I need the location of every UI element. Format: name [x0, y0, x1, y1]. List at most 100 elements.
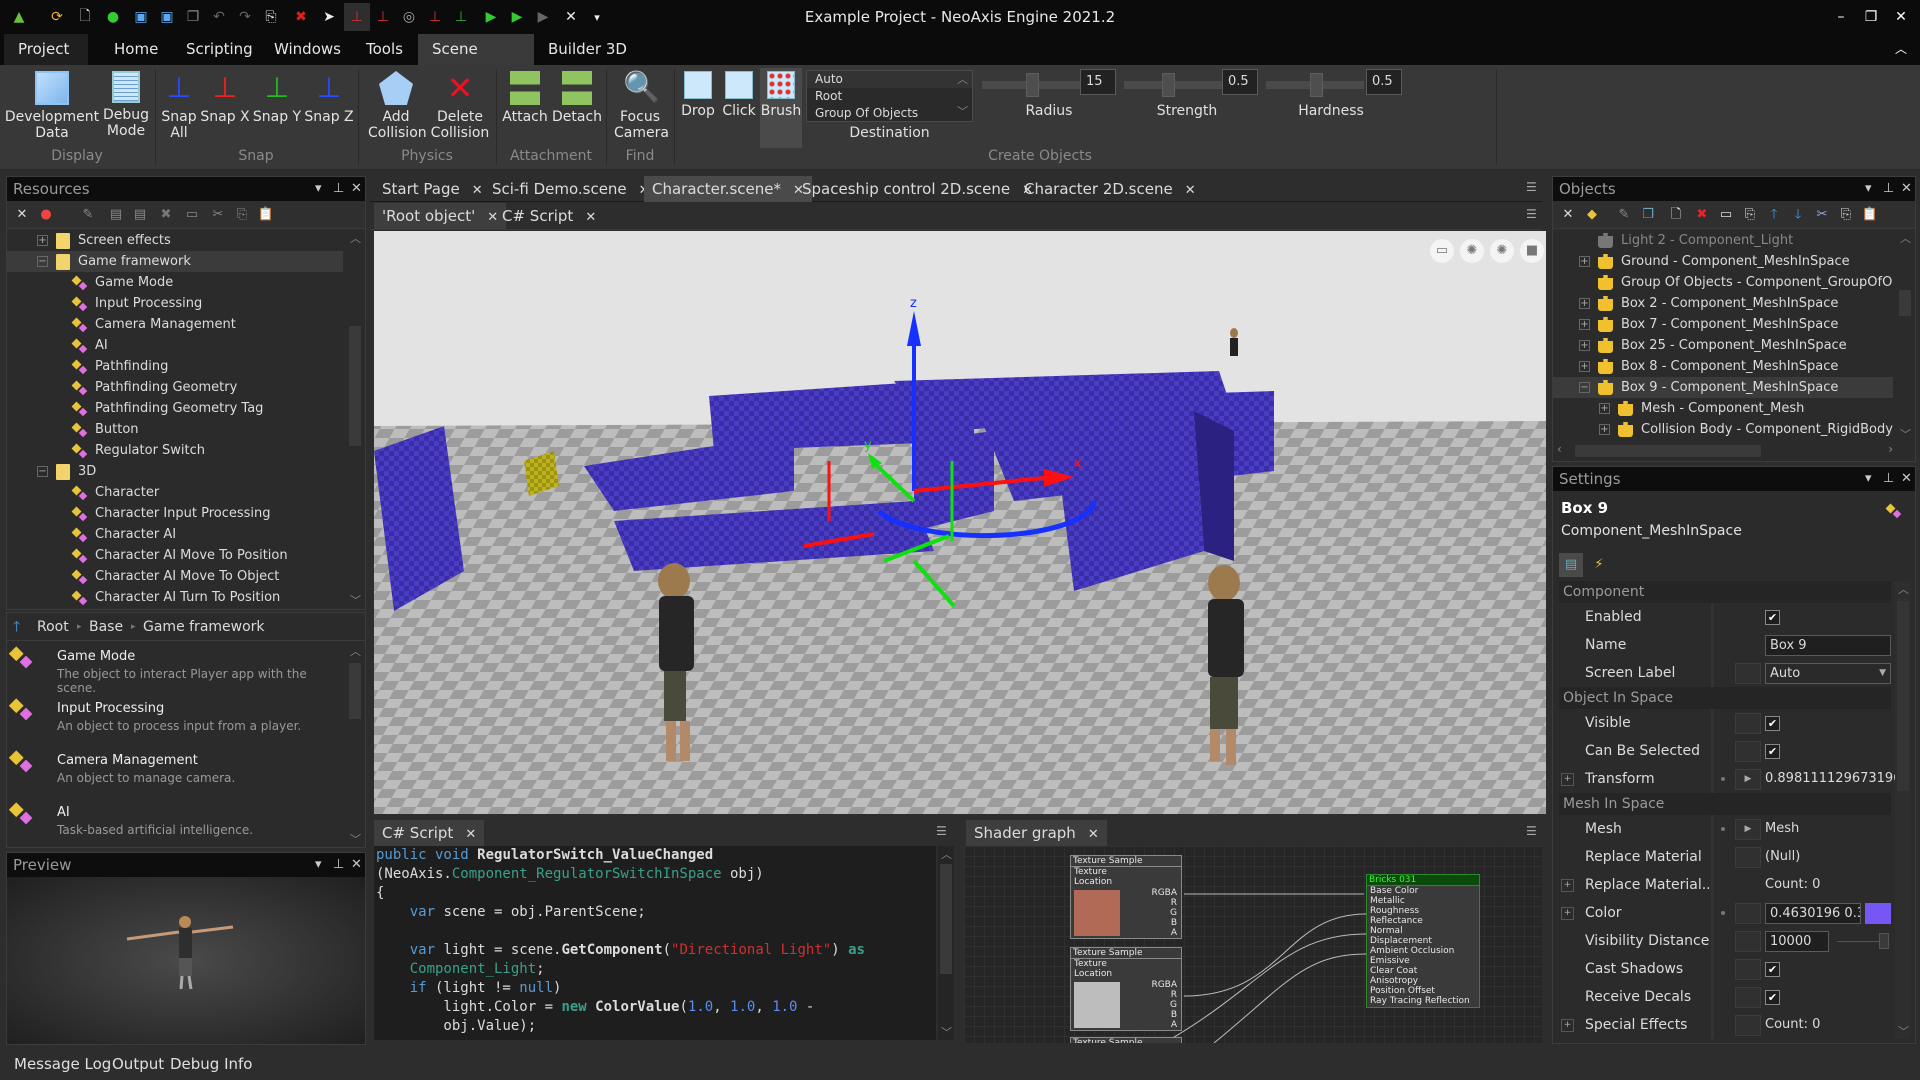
new-folder-icon[interactable]: ▤: [107, 206, 125, 224]
tab-tools[interactable]: Tools: [352, 34, 417, 65]
minimize-button[interactable]: –: [1830, 6, 1852, 28]
display-icon[interactable]: ▭: [1430, 239, 1454, 263]
node-input-pin[interactable]: Normal: [1367, 926, 1479, 936]
sub-tab-csharp-script[interactable]: C# Script ✕: [494, 203, 604, 229]
resource-tree-item[interactable]: Pathfinding: [7, 356, 343, 377]
expand-icon[interactable]: +: [1579, 298, 1590, 309]
copy-icon[interactable]: ⎘: [1837, 206, 1855, 224]
scroll-up-icon[interactable]: ︿: [957, 71, 968, 87]
scrollbar-thumb[interactable]: [1897, 601, 1909, 791]
tab-home[interactable]: Home: [100, 34, 172, 65]
expand-icon[interactable]: +: [37, 235, 48, 246]
radius-slider[interactable]: [982, 73, 1080, 97]
pin-icon[interactable]: ⊥: [333, 177, 344, 201]
resource-tree-item[interactable]: Pathfinding Geometry Tag: [7, 398, 343, 419]
output-tab[interactable]: Output: [112, 1055, 164, 1073]
camera-icon[interactable]: ■: [1520, 239, 1544, 263]
close-tab-icon[interactable]: ✕: [472, 183, 483, 198]
strength-slider[interactable]: [1124, 73, 1222, 97]
objects-scrollbar-h[interactable]: ‹ ›: [1553, 442, 1897, 460]
radius-slider-thumb[interactable]: [1026, 73, 1039, 97]
breadcrumb-item[interactable]: Base: [89, 613, 123, 641]
object-tree-item[interactable]: Light 2 - Component_Light: [1553, 230, 1893, 251]
drop-button[interactable]: Drop: [678, 68, 718, 148]
resource-tree-item[interactable]: Character AI Move To Object: [7, 566, 343, 587]
close-tab-icon[interactable]: ✕: [585, 210, 596, 225]
node-output-pin[interactable]: G: [1121, 908, 1181, 918]
expand-icon[interactable]: +: [1579, 256, 1590, 267]
color-input[interactable]: 0.4630196 0.33(: [1765, 903, 1861, 924]
settings-icon[interactable]: ✕: [1559, 206, 1577, 224]
resource-tree-item[interactable]: − Game framework: [7, 251, 343, 272]
hardness-value[interactable]: 0.5: [1366, 69, 1402, 95]
close-tab-icon[interactable]: ✕: [1185, 183, 1196, 198]
node-output-pin[interactable]: RGBA: [1121, 980, 1181, 990]
node-input-pin[interactable]: Metallic: [1367, 896, 1479, 906]
debug-info-tab[interactable]: Debug Info: [170, 1055, 253, 1073]
scrollbar-thumb[interactable]: [1899, 290, 1911, 316]
node-output-pin[interactable]: R: [1121, 990, 1181, 1000]
property-checkbox[interactable]: ✔: [1765, 610, 1780, 625]
node-input-pin[interactable]: Emissive: [1367, 956, 1479, 966]
close-tab-icon[interactable]: ✕: [1088, 827, 1099, 842]
collapse-icon[interactable]: −: [1579, 382, 1590, 393]
resource-tree-item[interactable]: AI: [7, 335, 343, 356]
hardness-slider[interactable]: [1266, 73, 1364, 97]
destination-option[interactable]: Root: [807, 88, 972, 105]
doc-tab[interactable]: Start Page ✕: [374, 176, 491, 202]
resource-tree-item[interactable]: Input Processing: [7, 293, 343, 314]
list-scrollbar[interactable]: ︿ ﹀: [347, 643, 363, 847]
rename-icon[interactable]: ▭: [1717, 206, 1735, 224]
property-category[interactable]: Object In Space: [1559, 687, 1891, 709]
tab-scene-editor[interactable]: Scene Editor: [418, 34, 534, 89]
script-tab[interactable]: C# Script ✕: [374, 820, 485, 846]
reference-dot-icon[interactable]: [1721, 911, 1725, 915]
resource-tree-item[interactable]: Character Input Processing: [7, 503, 343, 524]
clone-icon[interactable]: ⎘: [1741, 206, 1759, 224]
scroll-down-icon[interactable]: ﹀: [957, 103, 968, 119]
reset-default-button[interactable]: [1735, 1015, 1761, 1036]
reset-default-button[interactable]: [1735, 713, 1761, 734]
property-input[interactable]: 10000: [1765, 931, 1829, 952]
resource-tree-item[interactable]: Character: [7, 482, 343, 503]
tab-project[interactable]: Project: [4, 34, 88, 65]
resource-tree-item[interactable]: Character AI Move To Position: [7, 545, 343, 566]
property-checkbox[interactable]: ✔: [1765, 716, 1780, 731]
texture-sample-node[interactable]: Texture Sample Texture Location RGBA R G B A: [1070, 947, 1182, 1031]
edit-icon[interactable]: ✎: [79, 206, 97, 224]
reset-default-button[interactable]: [1735, 931, 1761, 952]
node-output-pin[interactable]: R: [1121, 898, 1181, 908]
restore-button[interactable]: ❐: [1860, 6, 1882, 28]
node-input-pin[interactable]: Texture: [1071, 959, 1181, 969]
property-category[interactable]: Mesh In Space: [1559, 793, 1891, 815]
destination-list[interactable]: Auto Root Group Of Objects ︿ ﹀: [806, 70, 973, 122]
destination-option[interactable]: Group Of Objects: [807, 105, 972, 122]
snap-y-button[interactable]: ⊥ Snap Y: [252, 68, 302, 148]
resource-list-item[interactable]: AI Task-based artificial intelligence.: [7, 803, 343, 847]
pin-icon[interactable]: ⊥: [1883, 177, 1894, 201]
paste-icon[interactable]: 📋: [257, 206, 275, 224]
property-input[interactable]: Box 9: [1765, 635, 1891, 656]
close-icon[interactable]: ✕: [1901, 467, 1912, 491]
resource-tree-item[interactable]: Character AI Turn To Position: [7, 587, 343, 608]
object-tree-item[interactable]: + Ground - Component_MeshInSpace: [1553, 251, 1893, 272]
color-swatch[interactable]: [1865, 903, 1891, 924]
delete-icon[interactable]: ✖: [1693, 206, 1711, 224]
scrollbar-thumb[interactable]: [940, 864, 952, 974]
range-thumb[interactable]: [1879, 933, 1889, 949]
add-collision-button[interactable]: Add Collision: [366, 68, 427, 148]
resource-tree-item[interactable]: Regulator Switch: [7, 440, 343, 461]
message-log-tab[interactable]: Message Log: [14, 1055, 111, 1073]
breadcrumb-item[interactable]: Root: [37, 613, 69, 641]
reference-dot-icon[interactable]: [1721, 827, 1725, 831]
panel-menu-icon[interactable]: ▾: [1865, 177, 1872, 201]
node-input-pin[interactable]: Position Offset: [1367, 986, 1479, 996]
attach-button[interactable]: Attach: [500, 68, 550, 148]
pin-icon[interactable]: ⊥: [1883, 467, 1894, 491]
destination-option[interactable]: Auto: [807, 71, 972, 88]
brush-button[interactable]: Brush: [760, 68, 802, 148]
new-file-icon[interactable]: ▤: [131, 206, 149, 224]
doc-tab-active[interactable]: Character.scene* ✕: [644, 176, 812, 202]
resource-tree-item[interactable]: Button: [7, 419, 343, 440]
expand-icon[interactable]: +: [1561, 773, 1574, 786]
